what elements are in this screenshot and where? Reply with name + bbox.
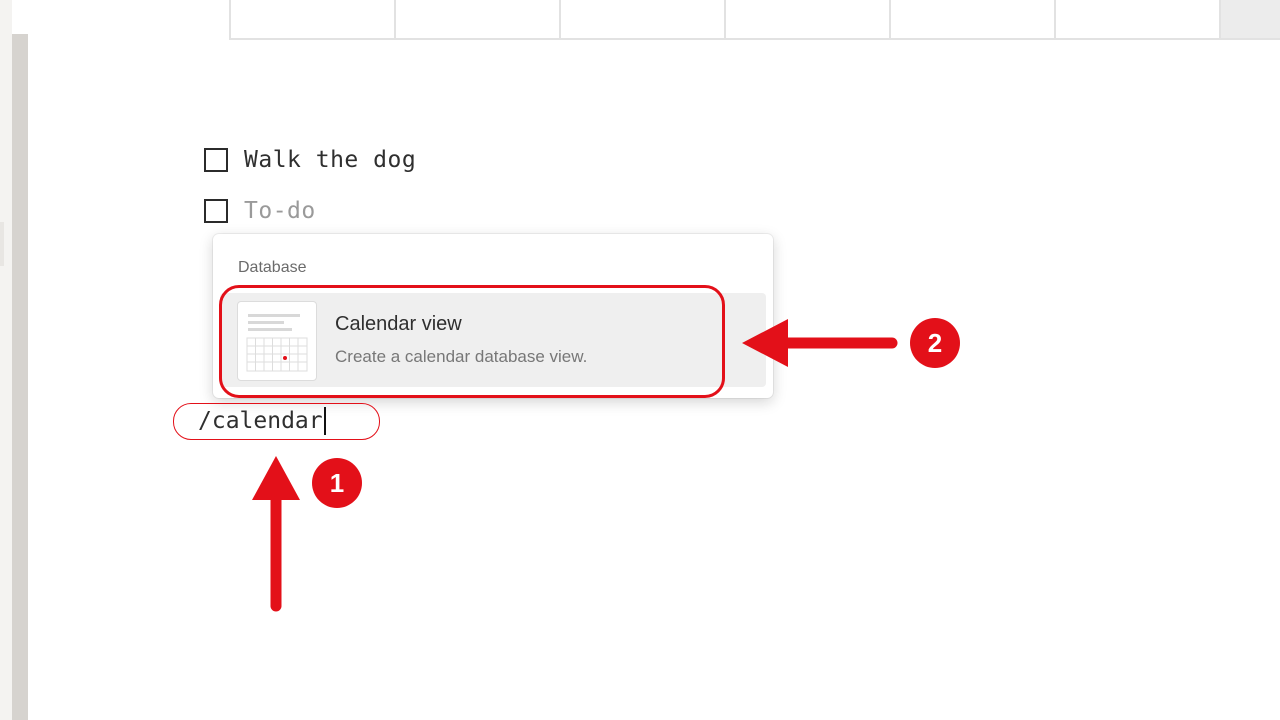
arrow-up-icon bbox=[252, 456, 300, 612]
notion-page: Walk the dog To-do Database Calendar vie… bbox=[0, 0, 1280, 720]
arrow-left-icon bbox=[742, 319, 898, 367]
step-badge-2: 2 bbox=[910, 318, 960, 368]
step-badge-1: 1 bbox=[312, 458, 362, 508]
annotation-arrows bbox=[252, 319, 898, 612]
